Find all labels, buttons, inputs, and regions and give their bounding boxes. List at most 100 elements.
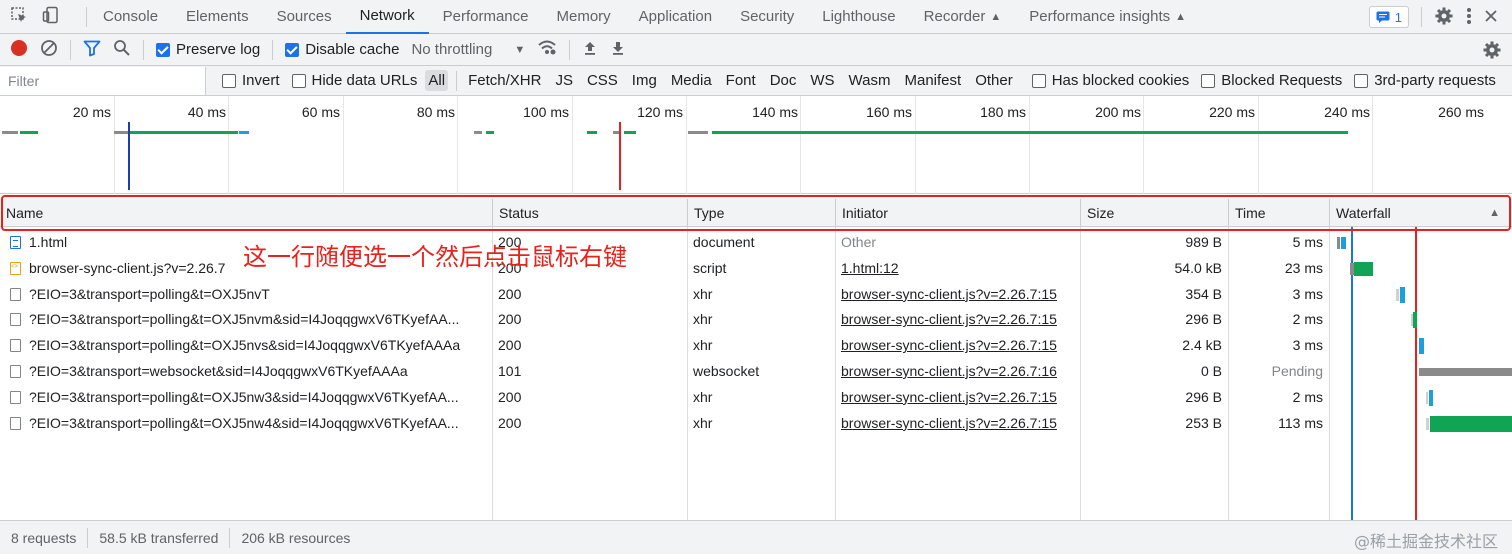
import-har-upload-icon[interactable]	[582, 40, 598, 59]
third-party-requests-checkbox[interactable]: 3rd-party requests	[1354, 72, 1496, 89]
type-filter-manifest[interactable]: Manifest	[902, 70, 965, 91]
request-initiator-link[interactable]: browser-sync-client.js?v=2.26.7:15	[835, 385, 1080, 411]
overview-tick-label: 140 ms	[752, 104, 798, 120]
table-row[interactable]: ?EIO=3&transport=polling&t=OXJ5nw3&sid=I…	[0, 385, 1512, 411]
preserve-log-check[interactable]	[156, 42, 170, 57]
network-settings-gear-icon[interactable]	[1482, 40, 1502, 63]
table-row[interactable]: ?EIO=3&transport=polling&t=OXJ5nvT 200 x…	[0, 282, 1512, 308]
invert-checkbox[interactable]: Invert	[222, 72, 280, 89]
type-filter-ws[interactable]: WS	[807, 70, 837, 91]
overview-gridline	[457, 96, 458, 194]
preserve-log-checkbox[interactable]: Preserve log	[156, 41, 260, 58]
type-filter-font[interactable]: Font	[723, 70, 759, 91]
table-row[interactable]: browser-sync-client.js?v=2.26.7 200 scri…	[0, 256, 1512, 282]
type-filter-other[interactable]: Other	[972, 70, 1016, 91]
more-options-kebab-icon[interactable]	[1466, 7, 1472, 28]
request-initiator: 1.html:12	[841, 259, 899, 276]
request-name-cell[interactable]: ?EIO=3&transport=polling&t=OXJ5nw4&sid=I…	[4, 411, 492, 437]
request-initiator-link[interactable]: browser-sync-client.js?v=2.26.7:15	[835, 307, 1080, 333]
tab-sources[interactable]: Sources	[263, 0, 346, 34]
has-blocked-cookies-checkbox[interactable]: Has blocked cookies	[1031, 72, 1189, 89]
export-har-download-icon[interactable]	[610, 40, 626, 59]
filter-funnel-icon[interactable]	[83, 39, 101, 60]
tab-security[interactable]: Security	[726, 0, 808, 34]
third-party-requests-check[interactable]	[1354, 73, 1369, 88]
search-icon[interactable]	[113, 39, 131, 60]
filter-input[interactable]	[0, 66, 206, 95]
table-row[interactable]: ?EIO=3&transport=polling&t=OXJ5nvs&sid=I…	[0, 333, 1512, 359]
request-name-cell[interactable]: ?EIO=3&transport=polling&t=OXJ5nvm&sid=I…	[4, 307, 492, 333]
type-filter-js[interactable]: JS	[552, 70, 576, 91]
blocked-requests-checkbox[interactable]: Blocked Requests	[1201, 72, 1342, 89]
request-initiator-link[interactable]: browser-sync-client.js?v=2.26.7:16	[835, 359, 1080, 385]
column-header-size[interactable]: Size	[1081, 199, 1229, 227]
overview-tick-label: 80 ms	[416, 104, 455, 120]
table-row[interactable]: ?EIO=3&transport=polling&t=OXJ5nw4&sid=I…	[0, 411, 1512, 437]
overview-bar	[486, 131, 494, 134]
tab-application[interactable]: Application	[625, 0, 726, 34]
tab-console[interactable]: Console	[89, 0, 172, 34]
hide-data-urls-check[interactable]	[291, 73, 306, 88]
request-status: 200	[498, 388, 522, 405]
tabbar-separator	[86, 6, 87, 27]
table-row[interactable]: ?EIO=3&transport=websocket&sid=I4Joqqgwx…	[0, 359, 1512, 385]
invert-check[interactable]	[222, 73, 236, 88]
tabbar-right-controls: 1	[1368, 0, 1512, 34]
request-name-cell[interactable]: ?EIO=3&transport=websocket&sid=I4Joqqgwx…	[4, 359, 492, 385]
request-time: 113 ms	[1278, 414, 1323, 431]
tab-lighthouse[interactable]: Lighthouse	[808, 0, 909, 34]
overview-gridline	[686, 96, 687, 194]
request-initiator-link[interactable]: browser-sync-client.js?v=2.26.7:15	[835, 411, 1080, 437]
type-filter-fetch-xhr[interactable]: Fetch/XHR	[465, 70, 544, 91]
inspect-element-icon[interactable]	[10, 6, 28, 27]
device-toolbar-icon[interactable]	[42, 6, 60, 27]
column-header-initiator[interactable]: Initiator	[836, 199, 1081, 227]
request-name-cell[interactable]: ?EIO=3&transport=polling&t=OXJ5nvs&sid=I…	[4, 333, 492, 359]
tab-memory[interactable]: Memory	[543, 0, 625, 34]
tab-performance[interactable]: Performance	[429, 0, 543, 34]
blocked-requests-check[interactable]	[1201, 73, 1216, 88]
disable-cache-checkbox[interactable]: Disable cache	[285, 41, 399, 58]
type-filter-all[interactable]: All	[425, 70, 449, 91]
disable-cache-check[interactable]	[285, 42, 300, 57]
clear-icon[interactable]	[40, 39, 58, 60]
request-name-cell[interactable]: ?EIO=3&transport=polling&t=OXJ5nw3&sid=I…	[4, 385, 492, 411]
tab-performance-insights[interactable]: Performance insights ▲	[1015, 0, 1200, 34]
tab-recorder[interactable]: Recorder ▲	[910, 0, 1016, 34]
overview-bar	[474, 131, 482, 134]
has-blocked-cookies-check[interactable]	[1031, 73, 1046, 88]
hide-data-urls-checkbox[interactable]: Hide data URLs	[291, 72, 418, 89]
request-time: 23 ms	[1284, 259, 1323, 276]
column-header-name[interactable]: Name	[0, 199, 493, 227]
type-filter-css[interactable]: CSS	[584, 70, 621, 91]
overview-bar	[688, 131, 708, 134]
filter-separator	[456, 70, 458, 91]
network-conditions-wifi-icon[interactable]	[537, 40, 557, 59]
request-type: document	[693, 234, 755, 250]
table-row[interactable]: 1.html 200 document Other 989 B 5 ms	[0, 230, 1512, 256]
request-initiator-link[interactable]: browser-sync-client.js?v=2.26.7:15	[835, 333, 1080, 359]
settings-gear-icon[interactable]	[1434, 6, 1454, 29]
request-name-cell[interactable]: ?EIO=3&transport=polling&t=OXJ5nvT	[4, 282, 492, 308]
table-row[interactable]: ?EIO=3&transport=polling&t=OXJ5nvm&sid=I…	[0, 307, 1512, 333]
throttling-select[interactable]: No throttling ▼	[411, 41, 525, 58]
request-initiator-link[interactable]: browser-sync-client.js?v=2.26.7:15	[835, 282, 1080, 308]
request-initiator-link[interactable]: 1.html:12	[835, 256, 1080, 282]
close-devtools-icon[interactable]	[1484, 9, 1498, 26]
column-header-waterfall[interactable]: Waterfall ▲	[1330, 199, 1512, 227]
tab-network[interactable]: Network	[345, 0, 429, 34]
hide-data-urls-label: Hide data URLs	[311, 72, 418, 89]
record-icon[interactable]	[10, 39, 28, 60]
type-filter-media[interactable]: Media	[668, 70, 715, 91]
type-filter-wasm[interactable]: Wasm	[846, 70, 894, 91]
request-initiator: browser-sync-client.js?v=2.26.7:15	[841, 285, 1057, 302]
type-filter-doc[interactable]: Doc	[767, 70, 800, 91]
summary-resources: 206 kB resources	[241, 529, 351, 546]
column-header-type[interactable]: Type	[688, 199, 836, 227]
column-header-status[interactable]: Status	[493, 199, 688, 227]
tab-elements[interactable]: Elements	[172, 0, 263, 34]
type-filter-img[interactable]: Img	[629, 70, 660, 91]
column-header-time[interactable]: Time	[1229, 199, 1330, 227]
issues-button[interactable]: 1	[1368, 6, 1409, 28]
network-overview-timeline[interactable]: 20 ms 40 ms 60 ms 80 ms 100 ms 120 ms 14…	[0, 96, 1512, 194]
